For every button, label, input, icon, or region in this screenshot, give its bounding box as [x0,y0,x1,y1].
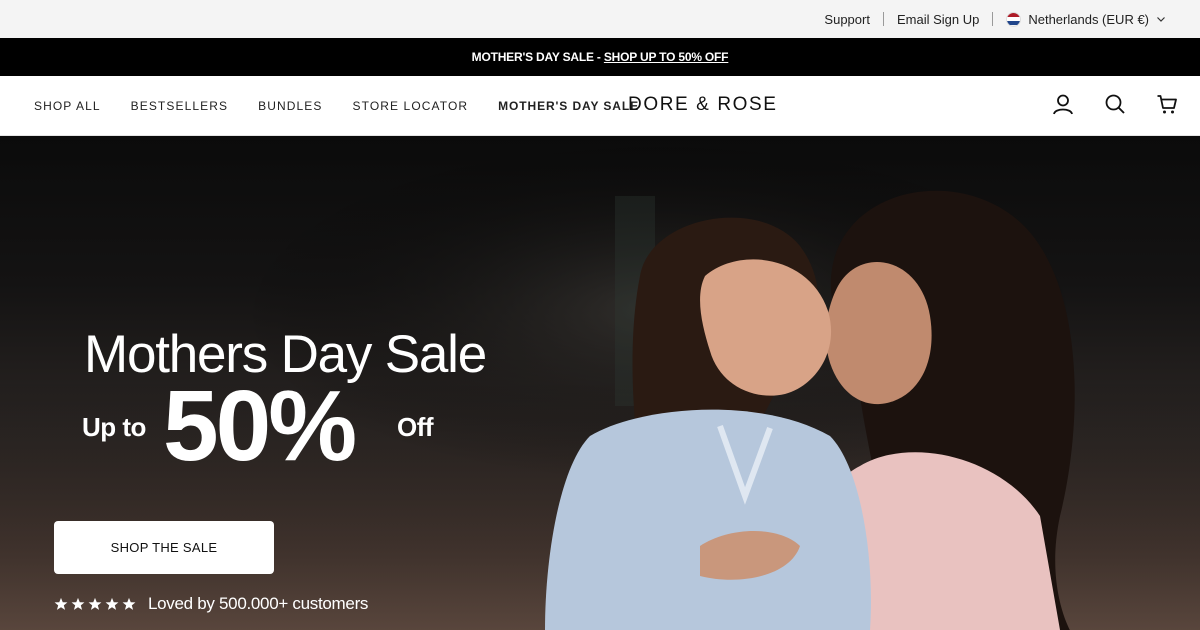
promo-text: MOTHER'S DAY SALE - [471,50,601,64]
promo-link[interactable]: SHOP UP TO 50% OFF [604,50,729,64]
netherlands-flag-icon [1006,11,1022,27]
country-selector[interactable]: Netherlands (EUR €) [1006,11,1166,27]
email-signup-link[interactable]: Email Sign Up [897,12,979,27]
utility-bar: Support Email Sign Up Netherlands (EUR €… [0,0,1200,38]
customer-rating: Loved by 500.000+ customers [54,594,368,614]
star-icon [54,597,68,610]
star-icon [122,597,136,610]
hero-off-label: Off [397,412,434,442]
nav-mothers-day-sale[interactable]: MOTHER'S DAY SALE [498,99,639,113]
star-icon [105,597,119,610]
star-icon [88,597,102,610]
rating-text: Loved by 500.000+ customers [148,594,369,613]
star-rating [54,597,136,611]
main-nav: SHOP ALL BESTSELLERS BUNDLES STORE LOCAT… [0,76,1200,136]
star-icon [71,597,85,610]
hero-banner: Mothers Day Sale Up to 50% Off SHOP THE … [0,136,1200,630]
country-label: Netherlands (EUR €) [1028,11,1149,27]
divider [992,12,994,26]
nav-links: SHOP ALL BESTSELLERS BUNDLES STORE LOCAT… [0,99,669,113]
nav-bestsellers[interactable]: BESTSELLERS [131,99,228,113]
nav-icons [1052,93,1178,115]
hero-up-to-label: Up to [82,412,146,442]
account-icon[interactable] [1052,93,1074,115]
nav-bundles[interactable]: BUNDLES [258,99,322,113]
divider [882,12,884,26]
support-link[interactable]: Support [824,12,870,27]
nav-shop-all[interactable]: SHOP ALL [34,99,101,113]
cart-icon[interactable] [1156,93,1178,115]
brand-logo[interactable]: DORE & ROSE [628,94,778,116]
chevron-down-icon [1157,17,1165,22]
nav-store-locator[interactable]: STORE LOCATOR [353,99,469,113]
promo-bar: MOTHER'S DAY SALE - SHOP UP TO 50% OFF [0,38,1200,76]
search-icon[interactable] [1104,93,1126,115]
shop-the-sale-button[interactable]: SHOP THE SALE [54,521,274,574]
hero-discount-percent: 50% [163,370,357,482]
